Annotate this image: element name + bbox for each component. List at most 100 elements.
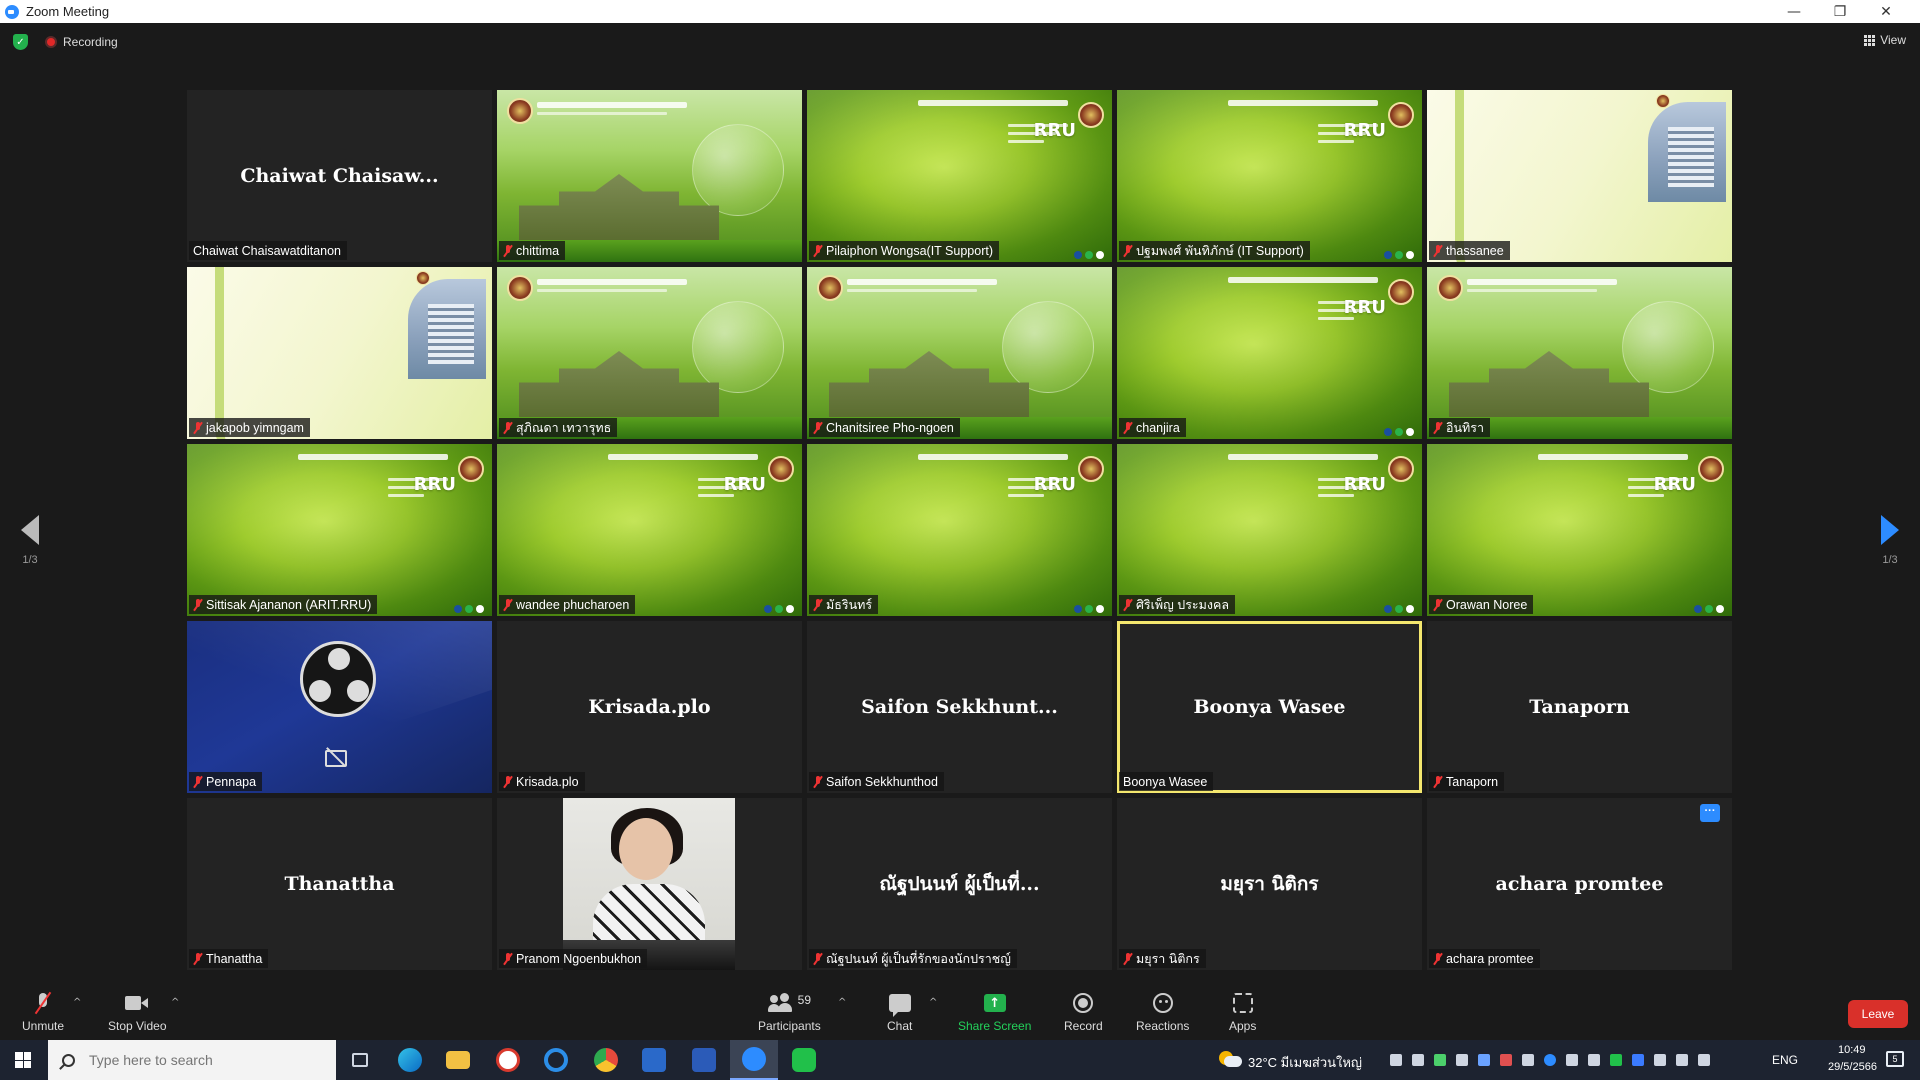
banner-subtitle-text xyxy=(537,289,667,292)
chrome-browser-icon[interactable] xyxy=(582,1040,630,1080)
participant-tile[interactable]: Boonya Wasee Boonya Wasee xyxy=(1117,621,1422,793)
chat-button[interactable]: Chat xyxy=(887,991,912,1033)
tray-app-icon-3[interactable] xyxy=(1456,1054,1468,1066)
restore-button[interactable]: ❐ xyxy=(1818,0,1862,23)
participant-tile[interactable]: Thanattha Thanattha xyxy=(187,798,492,970)
tray-app-icon-4[interactable] xyxy=(1478,1054,1490,1066)
participant-tile[interactable]: RRU Pilaiphon Wongsa(IT Support) xyxy=(807,90,1112,262)
unmute-button[interactable]: Unmute xyxy=(22,991,64,1033)
microphone-tray-icon[interactable] xyxy=(1390,1054,1402,1066)
close-button[interactable]: ✕ xyxy=(1864,0,1908,23)
notification-icon[interactable]: 5 xyxy=(1886,1051,1904,1067)
taskbar-search-input[interactable] xyxy=(89,1052,309,1068)
taskbar-search[interactable] xyxy=(48,1040,336,1080)
recording-indicator[interactable]: Recording xyxy=(45,35,118,49)
tray-app-icon-7[interactable] xyxy=(1566,1054,1578,1066)
participant-name: jakapob yimngam xyxy=(206,420,304,435)
participant-name-label: Boonya Wasee xyxy=(1119,772,1214,791)
windows-start-icon[interactable] xyxy=(15,1052,31,1068)
leave-button[interactable]: Leave xyxy=(1848,1000,1908,1028)
zoom-tray-icon[interactable] xyxy=(1544,1054,1556,1066)
network-icon[interactable] xyxy=(1654,1054,1666,1066)
banner-footer xyxy=(1384,251,1414,259)
participant-display-name: Boonya Wasee xyxy=(1193,696,1346,718)
internet-explorer-icon[interactable] xyxy=(532,1040,580,1080)
microphone-muted-icon xyxy=(813,952,823,965)
language-indicator[interactable]: ENG xyxy=(1772,1053,1798,1067)
participants-button[interactable]: 59 Participants xyxy=(758,991,821,1033)
minimize-button[interactable]: — xyxy=(1772,0,1816,23)
tray-app-icon-6[interactable] xyxy=(1522,1054,1534,1066)
video-options-caret-icon[interactable]: ^ xyxy=(171,997,179,1008)
participant-name: มัธรินทร์ xyxy=(826,597,873,612)
participant-tile[interactable]: RRU มัธรินทร์ xyxy=(807,444,1112,616)
participant-tile[interactable]: Chanitsiree Pho-ngoen xyxy=(807,267,1112,439)
security-shield-icon[interactable]: ✓ xyxy=(13,34,28,50)
participant-tile[interactable]: อินทิรา xyxy=(1427,267,1732,439)
participant-tile[interactable]: ณัฐปนนท์ ผู้เป็นที่... ณัฐปนนท์ ผู้เป็นที… xyxy=(807,798,1112,970)
participant-name-label: Chanitsiree Pho-ngoen xyxy=(809,418,960,437)
next-page-button[interactable]: 1/3 xyxy=(1870,515,1910,566)
participant-tile[interactable]: มยุรา นิติกร มยุรา นิติกร xyxy=(1117,798,1422,970)
participant-tile[interactable]: achara promtee ··· achara promtee xyxy=(1427,798,1732,970)
more-options-button[interactable]: ··· xyxy=(1700,804,1720,822)
volume-icon[interactable] xyxy=(1698,1054,1710,1066)
participant-name-label: Tanaporn xyxy=(1429,772,1505,791)
word-app-icon[interactable] xyxy=(680,1040,728,1080)
tray-app-icon-1[interactable] xyxy=(1412,1054,1424,1066)
stop-video-button[interactable]: Stop Video xyxy=(108,991,167,1033)
previous-page-button[interactable]: 1/3 xyxy=(10,515,50,566)
participant-tile[interactable]: RRU wandee phucharoen xyxy=(497,444,802,616)
participant-tile[interactable]: RRU Sittisak Ajananon (ARIT.RRU) xyxy=(187,444,492,616)
tray-app-icon-9[interactable] xyxy=(1676,1054,1688,1066)
participant-tile[interactable]: RRU chanjira xyxy=(1117,267,1422,439)
participant-display-name: Chaiwat Chaisaw... xyxy=(240,165,439,187)
bluetooth-icon[interactable] xyxy=(1632,1054,1644,1066)
share-screen-button[interactable]: ↑ Share Screen xyxy=(958,991,1031,1033)
file-explorer-icon[interactable] xyxy=(434,1040,482,1080)
participant-tile[interactable]: RRU ปฐมพงศ์ พันทิภักษ์ (IT Support) xyxy=(1117,90,1422,262)
participant-tile[interactable]: Chaiwat Chaisaw... Chaiwat Chaisawatditan… xyxy=(187,90,492,262)
reactions-button[interactable]: Reactions xyxy=(1136,991,1189,1033)
clock-time[interactable]: 10:49 xyxy=(1838,1044,1866,1056)
news-app-icon[interactable] xyxy=(630,1040,678,1080)
participant-tile[interactable]: RRU Orawan Noree xyxy=(1427,444,1732,616)
chat-options-caret-icon[interactable]: ^ xyxy=(929,997,937,1008)
reactions-label: Reactions xyxy=(1136,1019,1190,1033)
participant-tile[interactable]: chittima xyxy=(497,90,802,262)
participant-tile[interactable]: สุภิณดา เทวารุทธ xyxy=(497,267,802,439)
task-view-icon[interactable] xyxy=(336,1040,384,1080)
zoom-app-icon[interactable] xyxy=(730,1040,778,1080)
line-tray-icon[interactable] xyxy=(1610,1054,1622,1066)
participant-tile[interactable]: RRU ศิริเพ็ญ ประมงคล xyxy=(1117,444,1422,616)
weather-cloudy-icon[interactable] xyxy=(1219,1051,1242,1067)
participant-tile[interactable]: Tanaporn Tanaporn xyxy=(1427,621,1732,793)
window-titlebar: Zoom Meeting — ❐ ✕ xyxy=(0,0,1920,23)
participant-tile[interactable]: Pennapa xyxy=(187,621,492,793)
tray-app-icon-5[interactable] xyxy=(1500,1054,1512,1066)
view-button[interactable]: View xyxy=(1864,33,1906,47)
clock-date[interactable]: 29/5/2566 xyxy=(1828,1061,1877,1073)
apps-button[interactable]: Apps xyxy=(1229,991,1256,1033)
record-button[interactable]: Record xyxy=(1064,991,1103,1033)
background-arc xyxy=(1455,90,1495,262)
line-app-icon[interactable] xyxy=(780,1040,828,1080)
banner-subtitle-text xyxy=(1467,289,1597,292)
weather-text[interactable]: 32°C มีเมฆส่วนใหญ่ xyxy=(1248,1052,1362,1073)
edge-browser-icon[interactable] xyxy=(386,1040,434,1080)
tray-app-icon-8[interactable] xyxy=(1588,1054,1600,1066)
participant-tile[interactable]: jakapob yimngam xyxy=(187,267,492,439)
participant-tile[interactable]: thassanee xyxy=(1427,90,1732,262)
rru-logo-icon: RRU xyxy=(413,474,456,495)
participant-tile[interactable]: Krisada.plo Krisada.plo xyxy=(497,621,802,793)
participant-name: Sittisak Ajananon (ARIT.RRU) xyxy=(206,597,372,612)
participant-name: Tanaporn xyxy=(1446,774,1499,789)
participants-options-caret-icon[interactable]: ^ xyxy=(838,997,846,1008)
participant-name-label: Pilaiphon Wongsa(IT Support) xyxy=(809,241,999,260)
audio-options-caret-icon[interactable]: ^ xyxy=(73,997,81,1008)
participant-tile[interactable]: Saifon Sekkhunt... Saifon Sekkhunthod xyxy=(807,621,1112,793)
tray-app-icon-2[interactable] xyxy=(1434,1054,1446,1066)
participant-tile[interactable]: Pranom Ngoenbukhon xyxy=(497,798,802,970)
app-red-circle-icon[interactable] xyxy=(484,1040,532,1080)
banner-header-text xyxy=(537,279,687,285)
